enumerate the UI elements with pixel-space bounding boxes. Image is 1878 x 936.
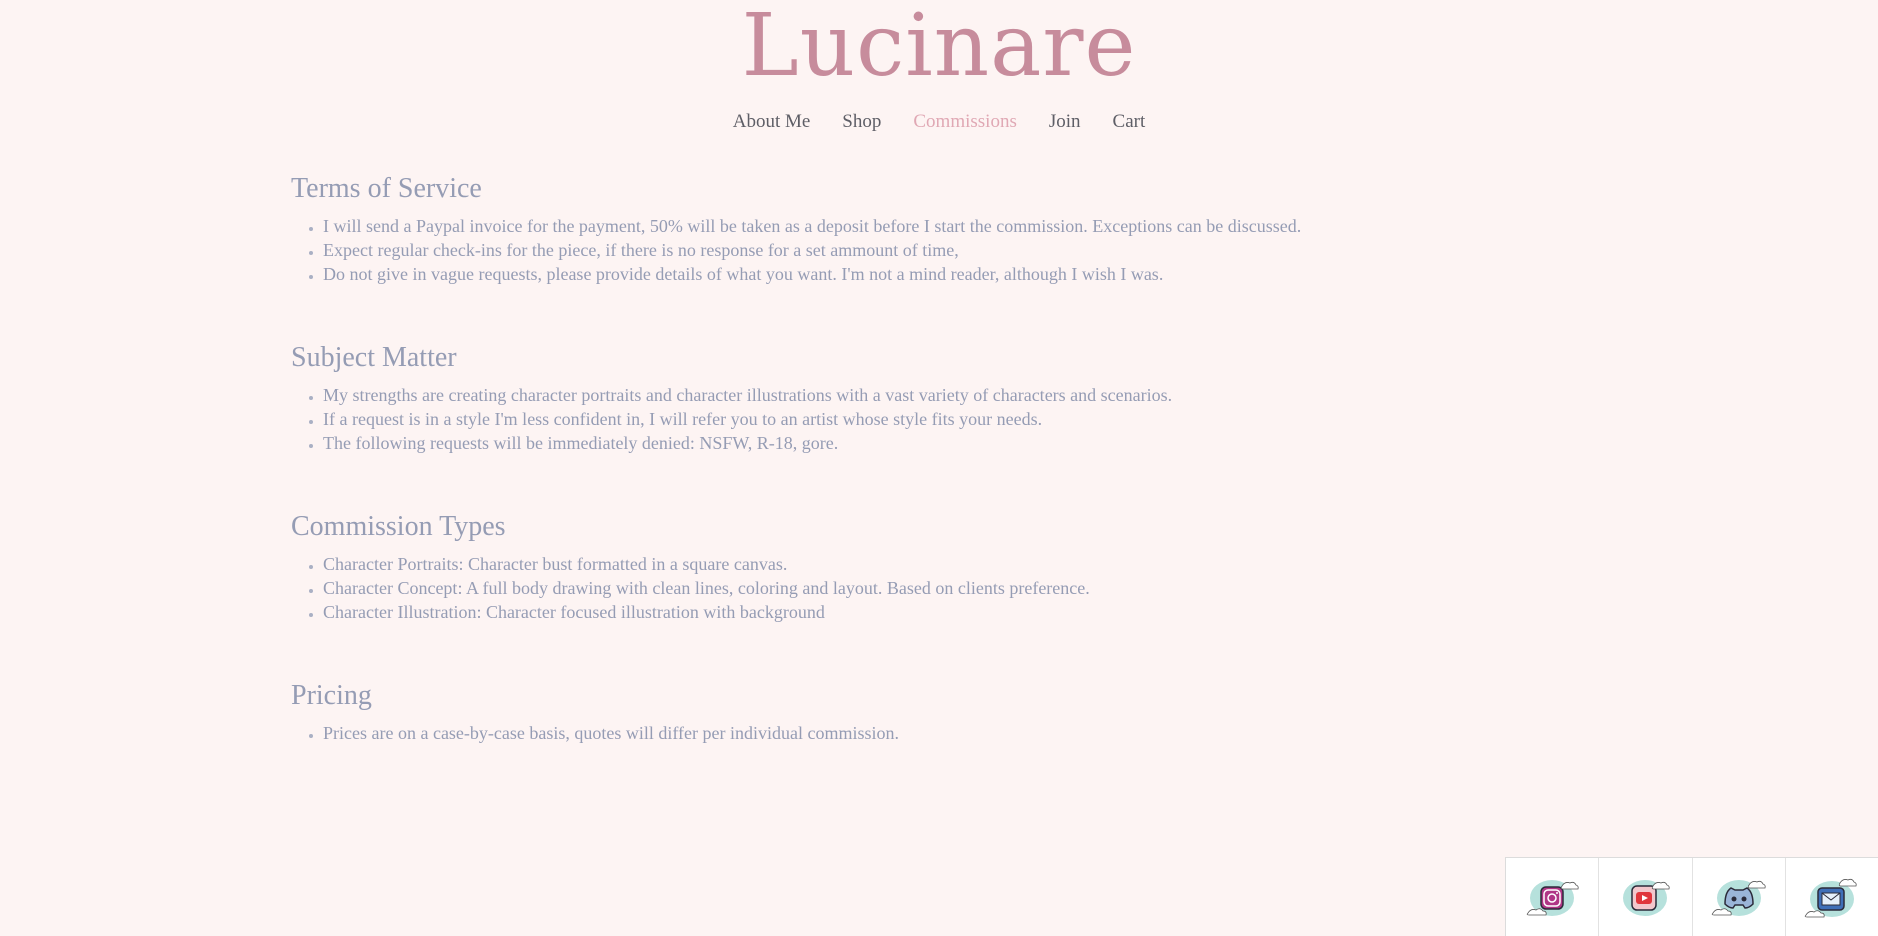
nav-commissions[interactable]: Commissions (913, 109, 1016, 135)
social-link-instagram[interactable] (1506, 858, 1600, 936)
section-subject-matter: Subject Matter My strengths are creating… (291, 339, 1591, 455)
list-item: Character Illustration: Character focuse… (323, 600, 1591, 624)
nav-shop[interactable]: Shop (842, 109, 881, 135)
discord-icon (1711, 880, 1766, 916)
site-logo[interactable]: Lucinare (0, 0, 1878, 98)
list-item: The following requests will be immediate… (323, 431, 1591, 455)
social-link-discord[interactable] (1693, 858, 1786, 936)
section-title: Terms of Service (291, 173, 482, 204)
section-title: Commission Types (291, 511, 506, 542)
list-item: If a request is in a style I'm less conf… (323, 407, 1591, 431)
section-commission-types: Commission Types Character Portraits: Ch… (291, 508, 1591, 624)
list-item: Do not give in vague requests, please pr… (323, 262, 1591, 286)
section-terms-of-service: Terms of Service I will send a Paypal in… (291, 170, 1591, 286)
social-links-bar (1505, 857, 1878, 936)
social-link-youtube[interactable] (1599, 858, 1693, 936)
list-item: Prices are on a case-by-case basis, quot… (323, 721, 1591, 745)
nav-cart[interactable]: Cart (1113, 109, 1146, 135)
pricing-list: Prices are on a case-by-case basis, quot… (291, 721, 1591, 745)
list-item: Expect regular check-ins for the piece, … (323, 238, 1591, 262)
youtube-icon (1623, 880, 1671, 916)
list-item: Character Concept: A full body drawing w… (323, 576, 1591, 600)
social-link-mail[interactable] (1786, 858, 1878, 936)
nav-join[interactable]: Join (1049, 109, 1081, 135)
list-item: I will send a Paypal invoice for the pay… (323, 214, 1591, 238)
section-pricing: Pricing Prices are on a case-by-case bas… (291, 677, 1591, 745)
section-title: Pricing (291, 680, 372, 711)
main-content: Terms of Service I will send a Paypal in… (291, 170, 1591, 798)
nav-about-me[interactable]: About Me (733, 109, 811, 135)
section-title: Subject Matter (291, 342, 457, 373)
terms-list: I will send a Paypal invoice for the pay… (291, 214, 1591, 286)
subject-list: My strengths are creating character port… (291, 383, 1591, 455)
main-nav: About Me Shop Commissions Join Cart (0, 109, 1878, 135)
types-list: Character Portraits: Character bust form… (291, 552, 1591, 624)
list-item: My strengths are creating character port… (323, 383, 1591, 407)
instagram-icon (1526, 880, 1579, 916)
mail-icon (1804, 878, 1857, 918)
list-item: Character Portraits: Character bust form… (323, 552, 1591, 576)
